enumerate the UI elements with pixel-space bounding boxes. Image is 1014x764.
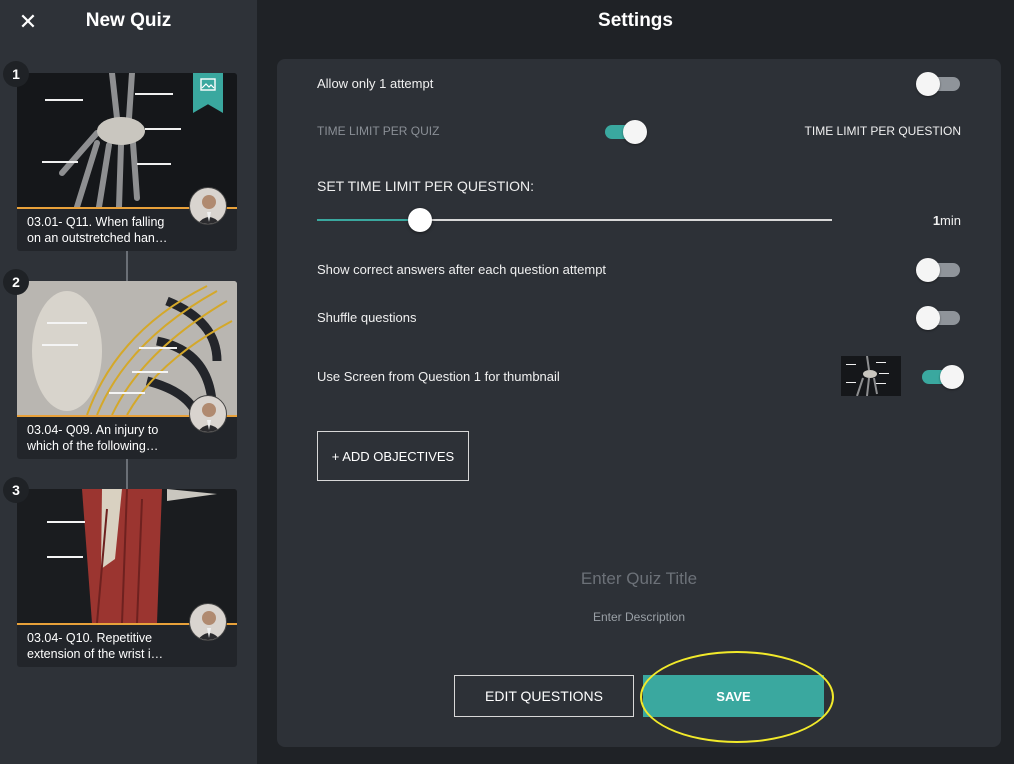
use-screen-label: Use Screen from Question 1 for thumbnail	[317, 369, 560, 384]
time-limit-mode-toggle[interactable]	[601, 120, 647, 144]
sidebar-title: New Quiz	[85, 10, 172, 31]
settings-panel	[277, 59, 1001, 747]
show-correct-toggle[interactable]	[916, 258, 960, 282]
shuffle-toggle[interactable]	[916, 306, 960, 330]
slider-handle[interactable]	[408, 208, 432, 232]
question-3-text: 03.04- Q10. Repetitive extension of the …	[27, 631, 164, 661]
time-limit-value: 1min	[900, 213, 961, 228]
use-screen-toggle[interactable]	[918, 365, 964, 389]
save-button[interactable]: SAVE	[643, 675, 824, 717]
set-time-limit-label: SET TIME LIMIT PER QUESTION:	[317, 178, 535, 194]
question-2-text: 03.04- Q09. An injury to which of the fo…	[27, 423, 159, 453]
allow-one-attempt-label: Allow only 1 attempt	[317, 76, 434, 91]
time-limit-unit: min	[940, 213, 961, 228]
show-correct-label: Show correct answers after each question…	[317, 262, 607, 277]
question-card-1[interactable]: 03.01- Q11. When falling on an outstretc…	[17, 73, 237, 251]
avatar	[189, 603, 227, 641]
time-limit-per-quiz-label: TIME LIMIT PER QUIZ	[317, 124, 440, 138]
sidebar: ✕ New Quiz 03.01- Q11. When falling on a…	[0, 0, 257, 764]
add-objectives-button[interactable]: + ADD OBJECTIVES	[317, 431, 469, 481]
edit-questions-button[interactable]: EDIT QUESTIONS	[454, 675, 634, 717]
page-title: Settings	[598, 10, 673, 31]
quiz-description-input[interactable]	[477, 607, 801, 627]
connector-line	[126, 251, 128, 281]
time-limit-number: 1	[932, 213, 941, 228]
thumbnail-preview	[841, 356, 901, 396]
time-limit-slider[interactable]	[317, 208, 832, 232]
question-card-2[interactable]: 03.04- Q09. An injury to which of the fo…	[17, 281, 237, 459]
quiz-title-input[interactable]	[477, 566, 801, 592]
question-number-3: 3	[3, 477, 29, 503]
connector-line	[126, 459, 128, 489]
time-limit-per-question-label: TIME LIMIT PER QUESTION	[804, 124, 961, 138]
question-1-text: 03.01- Q11. When falling on an outstretc…	[27, 215, 168, 245]
question-number-2: 2	[3, 269, 29, 295]
avatar	[189, 187, 227, 225]
allow-one-attempt-toggle[interactable]	[916, 72, 960, 96]
question-number-1: 1	[3, 61, 29, 87]
avatar	[189, 395, 227, 433]
shuffle-label: Shuffle questions	[317, 310, 417, 325]
question-card-3[interactable]: 03.04- Q10. Repetitive extension of the …	[17, 489, 237, 667]
